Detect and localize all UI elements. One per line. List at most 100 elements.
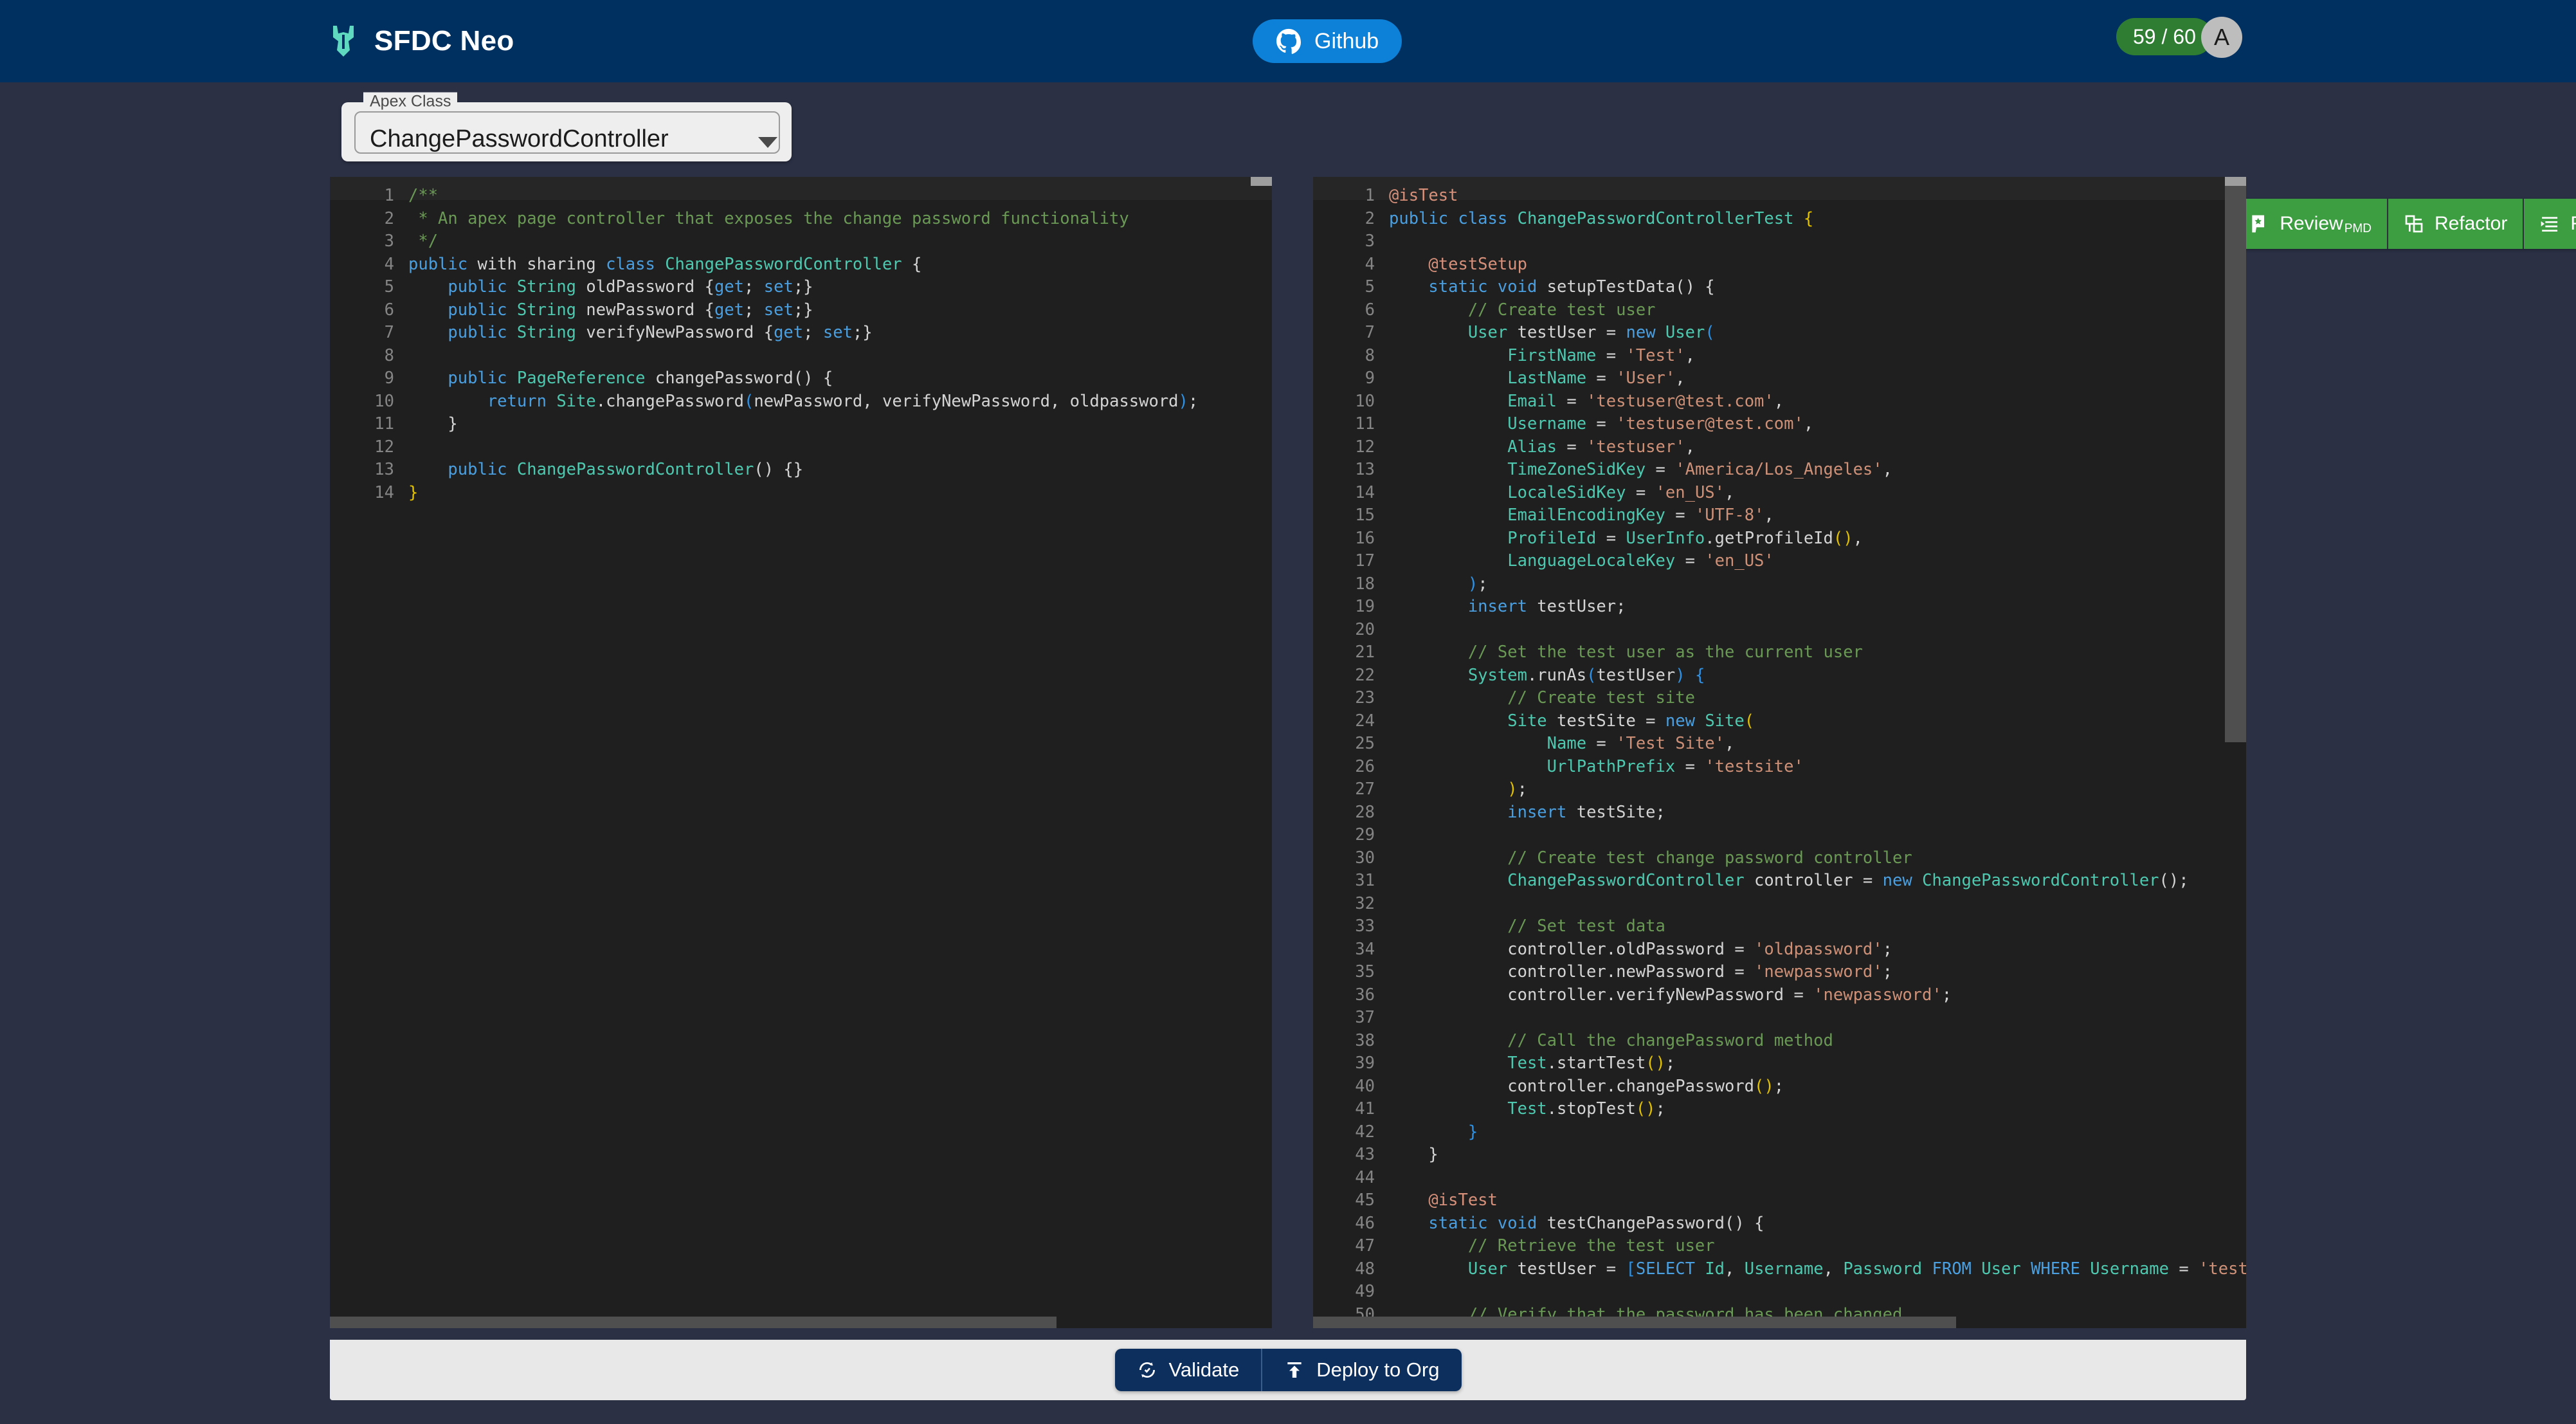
code-line-content: Site testSite = new Site(: [1389, 710, 1754, 733]
minimap-slider-right[interactable]: [2225, 177, 2246, 186]
code-line-content: ChangePasswordController controller = ne…: [1389, 870, 2189, 893]
line-number: 26: [1325, 756, 1389, 779]
code-token: public: [448, 323, 507, 342]
code-token: [1389, 757, 1547, 776]
code-line: 16 ProfileId = UserInfo.getProfileId(),: [1325, 527, 2246, 551]
code-token: Username: [2090, 1259, 2169, 1279]
code-token: Site: [1705, 711, 1744, 731]
code-token: [2080, 1259, 2090, 1279]
code-line: 10 Email = 'testuser@test.com',: [1325, 390, 2246, 414]
code-line: 5 static void setupTestData() {: [1325, 276, 2246, 299]
code-token: [1389, 392, 1507, 411]
line-number: 3: [1325, 230, 1389, 253]
code-line: 43 }: [1325, 1144, 2246, 1167]
code-token: ;: [1478, 574, 1487, 594]
code-token: =: [1557, 392, 1586, 411]
code-token: [507, 369, 517, 388]
code-line: 3 */: [344, 230, 1272, 253]
validate-button[interactable]: Validate: [1115, 1349, 1263, 1391]
code-line-content: controller.changePassword();: [1389, 1075, 1784, 1099]
code-token: .getProfileId: [1705, 529, 1833, 548]
code-line: 1/**: [344, 185, 1272, 208]
code-token: 'newpassword': [1754, 962, 1883, 981]
code-token: [: [1626, 1259, 1635, 1279]
code-token: [1389, 551, 1507, 571]
code-token: [1507, 209, 1517, 228]
code-token: ,: [1725, 734, 1734, 753]
code-token: static void: [1428, 277, 1537, 297]
code-line-content: Test.startTest();: [1389, 1052, 1675, 1075]
line-number: 11: [1325, 413, 1389, 436]
line-number: 2: [1325, 208, 1389, 231]
horizontal-scrollbar-left[interactable]: [330, 1317, 1272, 1328]
code-token: User: [1468, 323, 1507, 342]
code-line: 22 System.runAs(testUser) {: [1325, 664, 2246, 688]
horizontal-scroll-thumb[interactable]: [1313, 1317, 1956, 1328]
code-token: public: [448, 460, 507, 479]
source-code-text[interactable]: 1/**2 * An apex page controller that exp…: [330, 177, 1272, 1328]
vertical-scroll-thumb[interactable]: [2225, 186, 2246, 742]
code-token: public: [448, 300, 507, 320]
code-token: get: [714, 277, 744, 297]
code-line: 1@isTest: [1325, 185, 2246, 208]
code-line: 12 Alias = 'testuser',: [1325, 436, 2246, 459]
line-number: 45: [1325, 1189, 1389, 1212]
code-line-content: public PageReference changePassword() {: [408, 367, 833, 390]
deploy-to-org-button[interactable]: Deploy to Org: [1262, 1349, 1461, 1391]
code-token: controller.changePassword: [1389, 1077, 1754, 1096]
code-token: ChangePasswordController: [1922, 871, 2159, 890]
line-number: 13: [1325, 459, 1389, 482]
vertical-scrollbar-right[interactable]: [2225, 177, 2246, 1328]
code-token: newPassword {: [576, 300, 714, 320]
code-token: Test: [1507, 1099, 1547, 1118]
code-line-content: Test.stopTest();: [1389, 1098, 1665, 1121]
line-number: 7: [344, 322, 408, 345]
github-button[interactable]: Github: [1253, 19, 1402, 63]
line-number: 10: [1325, 390, 1389, 414]
line-number: 34: [1325, 938, 1389, 962]
avatar[interactable]: A: [2201, 17, 2242, 58]
code-token: }: [1468, 1122, 1478, 1142]
code-token: ;: [1665, 1054, 1675, 1073]
deploy-footer: Validate Deploy to Org: [330, 1340, 2246, 1400]
code-token: [1389, 985, 1507, 1005]
code-token: @isTest: [1428, 1191, 1497, 1210]
line-number: 4: [344, 253, 408, 277]
code-token: ;}: [794, 277, 813, 297]
action-button-refactor[interactable]: Refactor: [2388, 199, 2524, 249]
code-line: 4 @testSetup: [1325, 253, 2246, 277]
toolbar-row: Apex Class ChangePasswordController: [330, 92, 2246, 170]
code-token: .stopTest: [1547, 1099, 1636, 1118]
code-token: new: [1883, 871, 1912, 890]
code-token: [1389, 688, 1507, 707]
code-token: ,: [1774, 392, 1784, 411]
code-token: [1389, 917, 1507, 936]
action-button-review-pmd[interactable]: ReviewPMD: [2233, 199, 2388, 249]
apex-class-source-editor[interactable]: 1/**2 * An apex page controller that exp…: [330, 177, 1272, 1328]
deploy-label: Deploy to Org: [1316, 1358, 1439, 1382]
code-line-content: @testSetup: [1389, 253, 1527, 277]
code-line-content: controller.oldPassword = 'oldpassword';: [1389, 938, 1892, 962]
horizontal-scroll-thumb[interactable]: [330, 1317, 1057, 1328]
chevron-down-icon[interactable]: [758, 137, 777, 148]
apex-class-select[interactable]: Apex Class ChangePasswordController: [341, 102, 792, 161]
code-token: [408, 392, 487, 411]
action-button-format[interactable]: Format: [2524, 199, 2576, 249]
apex-test-class-editor[interactable]: 1@isTest2public class ChangePasswordCont…: [1313, 177, 2246, 1328]
code-token: get: [774, 323, 803, 342]
test-code-text[interactable]: 1@isTest2public class ChangePasswordCont…: [1313, 177, 2246, 1328]
code-token: oldPassword {: [576, 277, 714, 297]
code-token: get: [714, 300, 744, 320]
minimap-slider-left[interactable]: [1251, 177, 1272, 186]
code-line: 30 // Create test change password contro…: [1325, 847, 2246, 870]
horizontal-scrollbar-right[interactable]: [1313, 1317, 2225, 1328]
code-token: public: [448, 277, 507, 297]
code-token: // Set test data: [1507, 917, 1665, 936]
code-token: [1922, 1259, 1932, 1279]
editor-split-view: 1/**2 * An apex page controller that exp…: [330, 177, 2246, 1414]
code-token: // Retrieve the test user: [1468, 1236, 1715, 1255]
code-line: 2public class ChangePasswordControllerTe…: [1325, 208, 2246, 231]
code-token: LocaleSidKey: [1507, 483, 1626, 502]
line-number: 10: [344, 390, 408, 414]
code-token: controller =: [1745, 871, 1883, 890]
